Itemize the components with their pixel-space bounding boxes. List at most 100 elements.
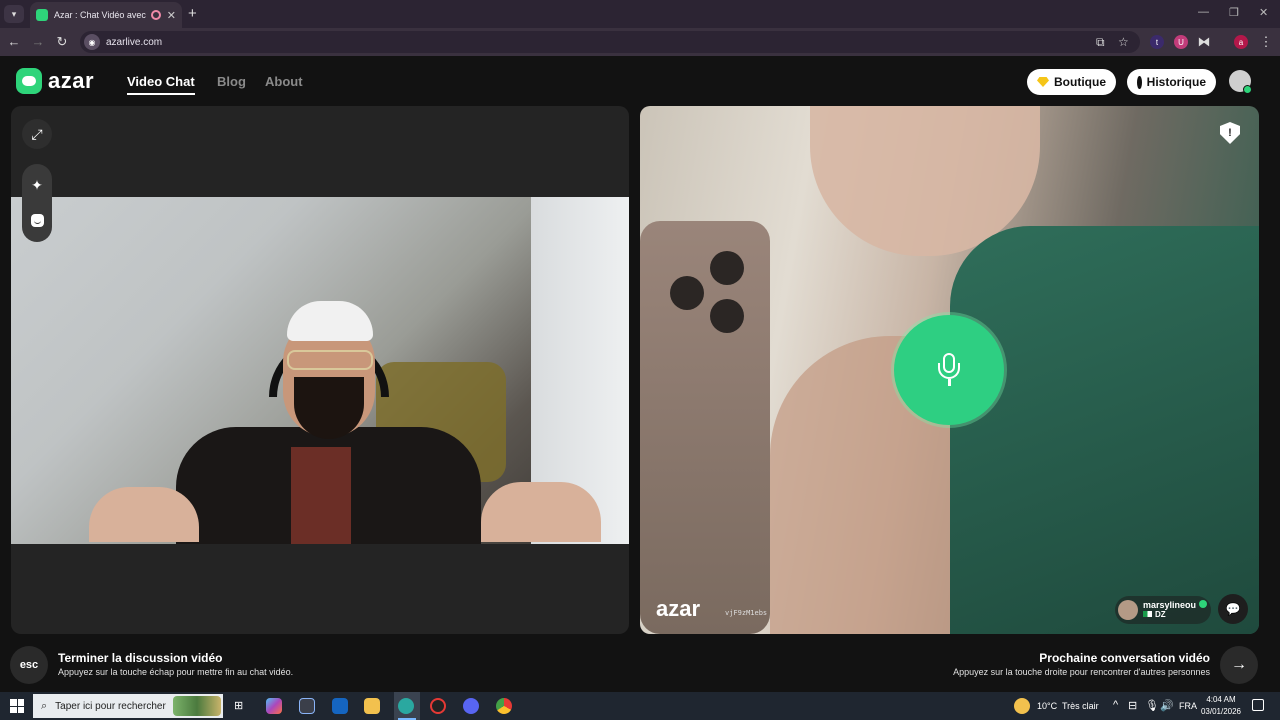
store-icon[interactable] — [299, 698, 315, 714]
end-chat-title: Terminer la discussion vidéo — [58, 651, 223, 665]
profile-avatar-icon[interactable]: a — [1234, 35, 1248, 49]
azar-page: azar Video Chat Blog About Boutique Hist… — [0, 56, 1280, 692]
active-nav-underline — [127, 93, 195, 95]
extensions-puzzle-icon[interactable]: ⧓ — [1196, 34, 1212, 50]
person-glasses — [287, 350, 373, 370]
obs-icon[interactable] — [430, 698, 446, 714]
tray-chevron-icon[interactable]: ^ — [1113, 699, 1118, 711]
self-video-panel: ⤢ ✦ — [11, 106, 629, 634]
remote-video-panel: ! azar vjF9zM1ebs marsylineou DZ 💬 — [640, 106, 1259, 634]
self-camera-feed — [11, 197, 629, 544]
person-right-hand — [481, 482, 601, 542]
chrome-icon[interactable] — [496, 698, 512, 714]
search-icon: ⌕ — [41, 699, 48, 712]
clock-icon — [1137, 75, 1144, 89]
historique-label: Historique — [1146, 75, 1206, 89]
person-cap — [287, 301, 373, 341]
close-tab-icon[interactable]: ✕ — [167, 9, 176, 22]
gem-icon — [1037, 77, 1049, 87]
peer-name: marsylineou — [1143, 600, 1197, 610]
nav-video-chat[interactable]: Video Chat — [127, 74, 195, 89]
azar-logo[interactable]: azar — [16, 68, 94, 94]
boutique-button[interactable]: Boutique — [1027, 69, 1116, 95]
address-bar[interactable]: ◉ azarlive.com ⧉ ☆ — [80, 31, 1140, 53]
search-highlight-image — [173, 696, 221, 716]
outlook-icon[interactable] — [332, 698, 348, 714]
expand-icon[interactable]: ⤢ — [22, 119, 52, 149]
phone-camera-lens — [710, 299, 744, 333]
clock-date[interactable]: 03/01/2026 — [1200, 707, 1242, 716]
discord-icon[interactable] — [463, 698, 479, 714]
peer-avatar — [1118, 600, 1138, 620]
url-text[interactable]: azarlive.com — [106, 37, 162, 48]
end-chat-button[interactable]: esc — [10, 646, 48, 684]
weather-temperature[interactable]: 10°C — [1037, 701, 1057, 711]
boutique-label: Boutique — [1054, 75, 1106, 89]
extension-t-icon[interactable]: t — [1150, 35, 1164, 49]
historique-button[interactable]: Historique — [1127, 69, 1216, 95]
window-close-icon[interactable]: ✕ — [1259, 6, 1268, 19]
logo-text: azar — [48, 68, 95, 93]
install-app-icon[interactable]: ⧉ — [1096, 35, 1105, 50]
microphone-tray-icon[interactable]: 🎙 — [1145, 699, 1159, 712]
nav-about[interactable]: About — [265, 74, 303, 89]
remote-person-shirt — [950, 226, 1259, 634]
next-chat-hint: Appuyez sur la touche droite pour rencon… — [953, 667, 1210, 677]
verified-badge-icon — [1199, 600, 1208, 608]
weather-description[interactable]: Très clair — [1062, 701, 1099, 711]
task-view-icon[interactable]: ⊞ — [234, 699, 243, 712]
notifications-icon[interactable] — [1252, 699, 1264, 711]
windows-start-icon[interactable] — [10, 699, 24, 713]
edge-icon[interactable] — [398, 698, 414, 714]
watermark-id: vjF9zM1ebs — [725, 609, 768, 617]
microphone-icon — [938, 353, 960, 387]
person-left-hand — [89, 487, 199, 542]
new-tab-icon[interactable]: + — [188, 5, 197, 22]
input-language[interactable]: FRA — [1179, 701, 1197, 711]
bookmark-star-icon[interactable]: ☆ — [1118, 35, 1129, 49]
remote-phone — [640, 221, 770, 634]
reload-icon[interactable]: ↻ — [54, 34, 70, 50]
report-shield-icon[interactable]: ! — [1220, 122, 1240, 144]
tab-search-chevron-icon[interactable]: ▾ — [4, 5, 24, 23]
azar-logo-mark-icon — [16, 68, 42, 94]
minimize-icon[interactable]: — — [1198, 6, 1209, 18]
file-explorer-icon[interactable] — [364, 698, 380, 714]
nav-blog[interactable]: Blog — [217, 74, 246, 89]
next-chat-title: Prochaine conversation vidéo — [1039, 651, 1210, 665]
browser-menu-icon[interactable]: ⋮ — [1258, 34, 1274, 50]
sparkle-effects-icon[interactable]: ✦ — [22, 170, 52, 200]
copilot-icon[interactable] — [266, 698, 282, 714]
end-chat-hint: Appuyez sur la touche échap pour mettre … — [58, 667, 294, 677]
browser-tab-bar: ▾ Azar : Chat Vidéo avec de n ✕ + — ❐ ✕ — [0, 0, 1280, 28]
tab-title: Azar : Chat Vidéo avec de n — [54, 10, 147, 20]
person-shirt — [291, 447, 351, 544]
phone-camera-lens — [710, 251, 744, 285]
peer-country: DZ — [1155, 610, 1166, 619]
forward-icon[interactable]: → — [30, 34, 46, 49]
extension-shield-icon[interactable]: U — [1174, 35, 1188, 49]
network-icon[interactable]: ⊟ — [1128, 699, 1137, 712]
phone-camera-lens — [670, 276, 704, 310]
peer-profile-card[interactable]: marsylineou DZ — [1115, 596, 1211, 624]
site-info-icon[interactable]: ◉ — [84, 34, 100, 50]
browser-tab[interactable]: Azar : Chat Vidéo avec de n ✕ — [30, 2, 182, 28]
restore-icon[interactable]: ❐ — [1229, 6, 1239, 19]
face-mask-icon[interactable] — [22, 205, 52, 235]
next-chat-arrow-icon[interactable]: → — [1220, 646, 1258, 684]
search-placeholder: Taper ici pour rechercher — [55, 700, 166, 712]
online-status-icon — [1243, 85, 1252, 94]
microphone-indicator — [894, 315, 1004, 425]
chat-bubble-icon[interactable]: 💬 — [1218, 594, 1248, 624]
back-icon[interactable]: ← — [6, 34, 22, 49]
recording-indicator-icon — [150, 10, 161, 20]
azar-watermark: azar — [656, 596, 701, 621]
flag-icon — [1143, 611, 1152, 617]
azar-favicon-icon — [36, 9, 48, 21]
clock-time[interactable]: 4:04 AM — [1203, 695, 1239, 704]
windows-taskbar: ⌕ Taper ici pour rechercher ⊞ 10°C Très … — [0, 692, 1280, 720]
browser-toolbar: ← → ↻ ◉ azarlive.com ⧉ ☆ t U ⧓ a ⋮ — [0, 28, 1280, 56]
weather-moon-icon[interactable] — [1014, 698, 1030, 714]
taskbar-search-box[interactable]: ⌕ Taper ici pour rechercher — [33, 694, 223, 718]
volume-icon[interactable]: 🔊 — [1160, 699, 1174, 712]
